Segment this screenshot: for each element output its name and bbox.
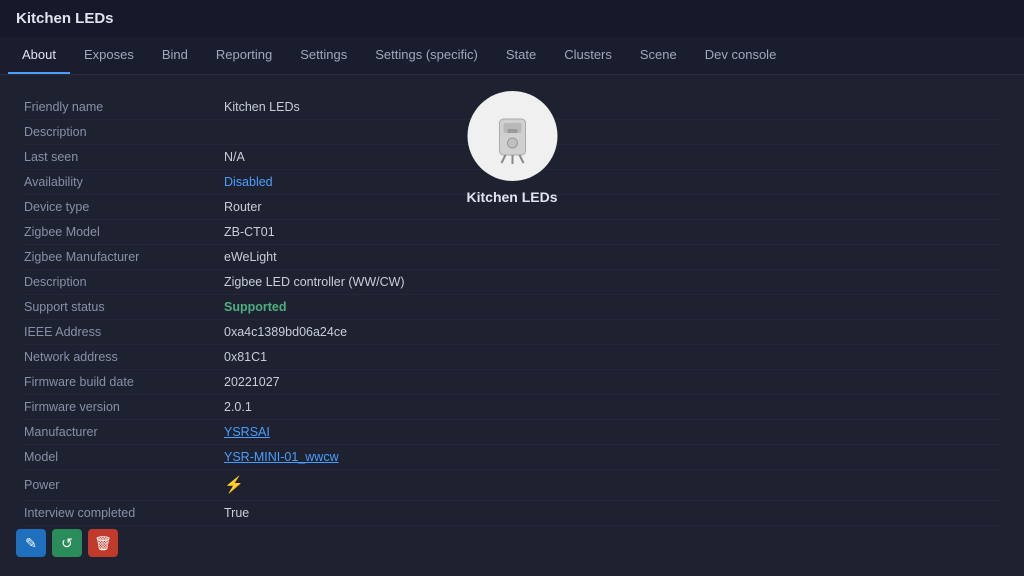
nav-tab-reporting[interactable]: Reporting xyxy=(202,37,286,74)
power-icon: ⚡ xyxy=(224,477,244,494)
info-value: 0xa4c1389bd06a24ce xyxy=(224,325,347,339)
info-value: True xyxy=(224,506,249,520)
nav-tab-dev-console[interactable]: Dev console xyxy=(691,37,791,74)
info-label: IEEE Address xyxy=(24,325,224,339)
refresh-button[interactable]: ↺ xyxy=(52,529,82,557)
info-label: Description xyxy=(24,125,224,139)
info-value[interactable]: YSR-MINI-01_wwcw xyxy=(224,450,339,464)
info-label: Interview completed xyxy=(24,506,224,520)
title-bar: Kitchen LEDs xyxy=(0,0,1024,37)
info-label: Power xyxy=(24,478,224,492)
info-label: Manufacturer xyxy=(24,425,224,439)
info-value: 20221027 xyxy=(224,375,280,389)
nav-tab-settings[interactable]: Settings xyxy=(286,37,361,74)
device-image-container: Kitchen LEDs xyxy=(466,91,557,205)
info-row: Support statusSupported xyxy=(24,295,1000,320)
info-row: Zigbee ManufacturereWeLight xyxy=(24,245,1000,270)
nav-tab-bind[interactable]: Bind xyxy=(148,37,202,74)
nav-tabs: AboutExposesBindReportingSettingsSetting… xyxy=(0,37,1024,75)
info-row: Zigbee ModelZB-CT01 xyxy=(24,220,1000,245)
info-value: ZB-CT01 xyxy=(224,225,275,239)
info-label: Firmware build date xyxy=(24,375,224,389)
info-value: ⚡ xyxy=(224,475,244,495)
bottom-actions: ✎ ↺ 🗑 xyxy=(16,529,118,557)
info-label: Support status xyxy=(24,300,224,314)
info-label: Zigbee Model xyxy=(24,225,224,239)
info-row: Power⚡ xyxy=(24,470,1000,501)
info-value: eWeLight xyxy=(224,250,277,264)
info-label: Device type xyxy=(24,200,224,214)
nav-tab-scene[interactable]: Scene xyxy=(626,37,691,74)
info-value: Zigbee LED controller (WW/CW) xyxy=(224,275,405,289)
info-label: Last seen xyxy=(24,150,224,164)
info-value: Router xyxy=(224,200,262,214)
info-row: ModelYSR-MINI-01_wwcw xyxy=(24,445,1000,470)
info-row: Firmware version2.0.1 xyxy=(24,395,1000,420)
device-image xyxy=(467,91,557,181)
info-label: Firmware version xyxy=(24,400,224,414)
info-row: Firmware build date20221027 xyxy=(24,370,1000,395)
device-name-center: Kitchen LEDs xyxy=(466,189,557,205)
info-value: 0x81C1 xyxy=(224,350,267,364)
info-value[interactable]: YSRSAI xyxy=(224,425,270,439)
info-label: Zigbee Manufacturer xyxy=(24,250,224,264)
info-label: Friendly name xyxy=(24,100,224,114)
info-row: ManufacturerYSRSAI xyxy=(24,420,1000,445)
app-title: Kitchen LEDs xyxy=(16,10,114,27)
info-value: Supported xyxy=(224,300,287,314)
nav-tab-clusters[interactable]: Clusters xyxy=(550,37,626,74)
nav-tab-settings-specific[interactable]: Settings (specific) xyxy=(361,37,492,74)
info-row: Interview completedTrue xyxy=(24,501,1000,526)
info-row: DescriptionZigbee LED controller (WW/CW) xyxy=(24,270,1000,295)
delete-button[interactable]: 🗑 xyxy=(88,529,118,557)
edit-button[interactable]: ✎ xyxy=(16,529,46,557)
info-row: Network address0x81C1 xyxy=(24,345,1000,370)
nav-tab-exposes[interactable]: Exposes xyxy=(70,37,148,74)
info-row: IEEE Address0xa4c1389bd06a24ce xyxy=(24,320,1000,345)
nav-tab-about[interactable]: About xyxy=(8,37,70,74)
info-value: Disabled xyxy=(224,175,273,189)
info-value: Kitchen LEDs xyxy=(224,100,300,114)
info-label: Network address xyxy=(24,350,224,364)
info-label: Description xyxy=(24,275,224,289)
info-label: Availability xyxy=(24,175,224,189)
nav-tab-state[interactable]: State xyxy=(492,37,550,74)
info-value: 2.0.1 xyxy=(224,400,252,414)
info-value: N/A xyxy=(224,150,245,164)
info-label: Model xyxy=(24,450,224,464)
